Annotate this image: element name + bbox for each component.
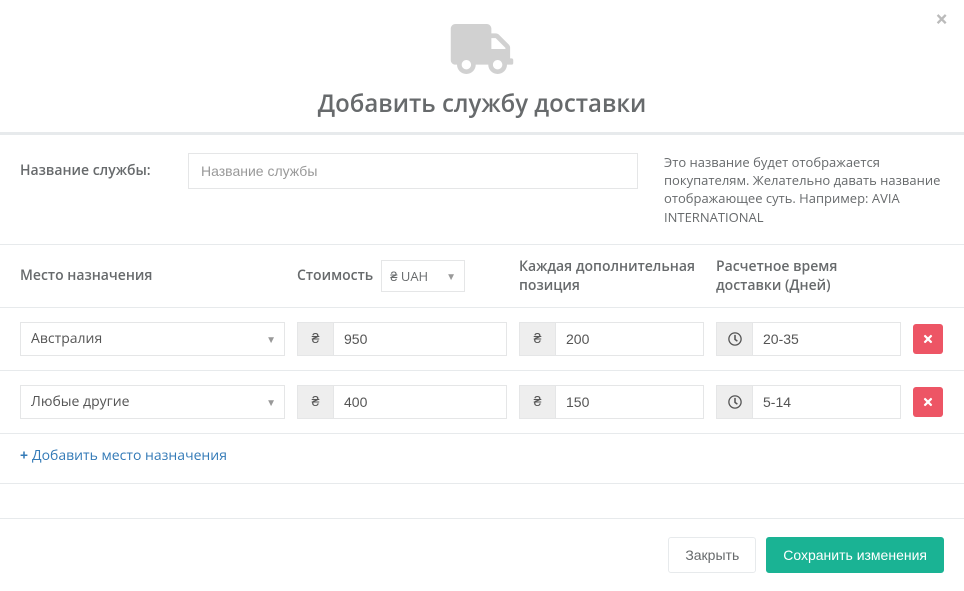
modal-title: Добавить службу доставки [0, 87, 964, 120]
destination-select[interactable]: Австралия ▼ [20, 322, 285, 356]
close-button[interactable]: Закрыть [668, 537, 756, 573]
close-icon[interactable]: × [935, 8, 948, 30]
additional-input[interactable] [555, 322, 704, 356]
service-name-label: Название службы: [20, 153, 170, 180]
hryvnia-icon: ₴ [297, 322, 333, 356]
destination-value: Любые другие [31, 392, 129, 411]
cost-input[interactable] [333, 322, 507, 356]
save-button[interactable]: Сохранить изменения [766, 537, 944, 573]
chevron-down-icon: ▼ [446, 269, 456, 283]
add-destination-label: Добавить место назначения [32, 446, 227, 465]
modal-header: Добавить службу доставки [0, 0, 964, 132]
currency-select[interactable]: ₴ UAH ▼ [381, 260, 465, 292]
service-name-section: Название службы: Это название будет отоб… [0, 132, 964, 245]
header-destination: Место назначения [20, 266, 285, 285]
delete-row-button[interactable] [913, 387, 943, 417]
delete-row-button[interactable] [913, 324, 943, 354]
service-name-hint: Это название будет отображается покупате… [656, 153, 944, 226]
hryvnia-icon: ₴ [297, 385, 333, 419]
hryvnia-icon: ₴ [519, 322, 555, 356]
service-name-input[interactable] [188, 153, 638, 189]
truck-icon [447, 24, 517, 79]
table-row: Австралия ▼ ₴ ₴ [0, 308, 964, 371]
chevron-down-icon: ▼ [266, 332, 276, 346]
clock-icon [716, 385, 752, 419]
days-input[interactable] [752, 322, 901, 356]
table-row: Любые другие ▼ ₴ ₴ [0, 371, 964, 434]
modal-footer: Закрыть Сохранить изменения [0, 518, 964, 591]
currency-value: ₴ UAH [390, 267, 428, 285]
destination-select[interactable]: Любые другие ▼ [20, 385, 285, 419]
clock-icon [716, 322, 752, 356]
header-days: Расчетное время доставки (Дней) [716, 257, 901, 295]
destination-value: Австралия [31, 329, 102, 348]
table-header: Место назначения Стоимость ₴ UAH ▼ Кажда… [0, 245, 964, 308]
days-input[interactable] [752, 385, 901, 419]
hryvnia-icon: ₴ [519, 385, 555, 419]
add-destination-link[interactable]: +Добавить место назначения [0, 434, 964, 484]
plus-icon: + [20, 446, 28, 465]
cost-input[interactable] [333, 385, 507, 419]
additional-input[interactable] [555, 385, 704, 419]
header-cost: Стоимость [297, 266, 373, 285]
chevron-down-icon: ▼ [266, 395, 276, 409]
header-additional: Каждая дополнительная позиция [519, 257, 704, 295]
